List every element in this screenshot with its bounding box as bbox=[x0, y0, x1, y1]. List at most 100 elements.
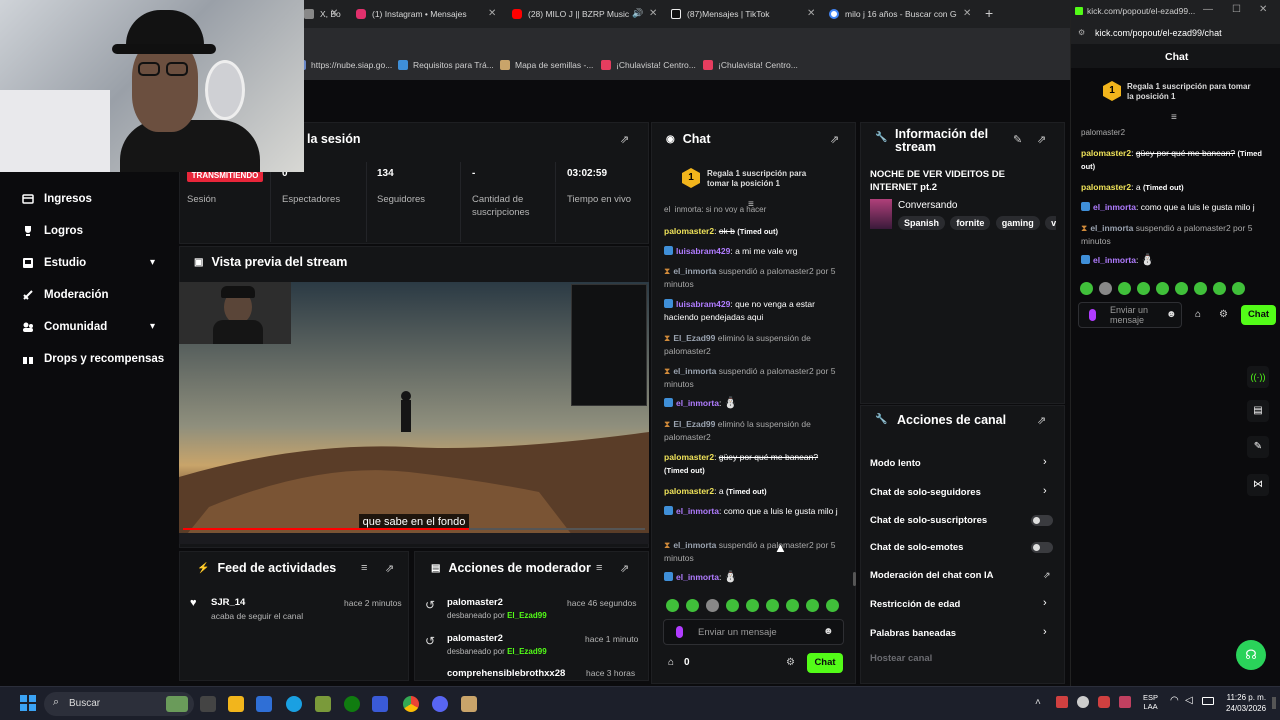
tag-chip[interactable]: gaming bbox=[995, 216, 1040, 230]
close-window-icon[interactable]: ✕ bbox=[1259, 4, 1267, 15]
tag-chip[interactable]: fornite bbox=[950, 216, 991, 230]
stream-category[interactable]: Conversando bbox=[898, 200, 957, 211]
tab-tiktok[interactable]: (87)Mensajes | TikTok bbox=[671, 4, 811, 24]
close-tab-icon[interactable]: ✕ bbox=[807, 8, 815, 19]
app-icon[interactable] bbox=[461, 696, 477, 712]
feed-user[interactable]: SJR_14 bbox=[211, 597, 245, 608]
chat-username[interactable]: el_inmorta bbox=[676, 398, 719, 408]
pinned-collapse-icon[interactable]: ≡ bbox=[1171, 112, 1177, 123]
mic-tray-icon[interactable] bbox=[1098, 696, 1110, 708]
chevron-right-icon[interactable]: › bbox=[1043, 597, 1047, 609]
chat-username[interactable]: palomaster2 bbox=[664, 452, 714, 462]
emote-icon[interactable] bbox=[1099, 282, 1112, 295]
chat-username[interactable]: el_inmorta bbox=[1090, 223, 1133, 233]
chevron-right-icon[interactable]: › bbox=[1043, 456, 1047, 468]
emote-icon[interactable] bbox=[1137, 282, 1150, 295]
wrench-tool-icon[interactable]: ✎ bbox=[1247, 436, 1269, 458]
minimize-icon[interactable]: — bbox=[1203, 4, 1213, 15]
emote-icon[interactable] bbox=[686, 599, 699, 613]
tray-app-icon[interactable] bbox=[1056, 696, 1068, 708]
store-icon[interactable]: ⌂ bbox=[668, 657, 674, 668]
chat-username[interactable]: palomaster2 bbox=[664, 226, 714, 236]
action-slow-mode[interactable]: Modo lento bbox=[870, 458, 921, 469]
gift-promo-text[interactable]: Regala 1 suscripción para tomar la posic… bbox=[707, 169, 817, 189]
emote-icon[interactable] bbox=[706, 599, 719, 613]
sidebar-item-ingresos[interactable]: Ingresos bbox=[22, 193, 92, 205]
mod-action-by[interactable]: El_Ezad99 bbox=[507, 611, 547, 620]
edge-icon[interactable] bbox=[286, 696, 302, 712]
emote-icon[interactable] bbox=[1194, 282, 1207, 295]
chevron-up-icon[interactable]: ˄ bbox=[1035, 697, 1041, 708]
taskbar-search[interactable]: ⌕ Buscar bbox=[44, 692, 194, 716]
mod-action-user[interactable]: comprehensiblebrothxx28 bbox=[447, 668, 565, 679]
mod-action-user[interactable]: palomaster2 bbox=[447, 597, 503, 608]
bookmark-item[interactable]: ¡Chulavista! Centro... bbox=[703, 60, 798, 70]
action-banned-words[interactable]: Palabras baneadas bbox=[870, 628, 956, 639]
action-age-restriction[interactable]: Restricción de edad bbox=[870, 599, 960, 610]
app-icon[interactable] bbox=[372, 696, 388, 712]
sidebar-item-logros[interactable]: Logros bbox=[22, 225, 83, 237]
windows-start-icon[interactable] bbox=[20, 695, 36, 711]
sidebar-item-moderacion[interactable]: Moderación bbox=[22, 289, 109, 301]
tray-app-icon[interactable] bbox=[1119, 696, 1131, 708]
chat-username[interactable]: el_inmorta bbox=[1093, 202, 1136, 212]
bookmark-item[interactable]: Mapa de semillas -... bbox=[500, 60, 593, 70]
chat-input[interactable]: Enviar un mensaje ☻ bbox=[663, 619, 844, 645]
broadcast-icon[interactable]: ((·)) bbox=[1247, 366, 1269, 388]
share-icon[interactable]: ⋈ bbox=[1247, 474, 1269, 496]
external-link-icon[interactable]: ⇗ bbox=[1043, 570, 1051, 581]
chevron-down-icon[interactable]: ▾ bbox=[150, 257, 155, 268]
edit-icon[interactable]: ✎ bbox=[1013, 133, 1022, 146]
microphone-icon[interactable] bbox=[676, 626, 683, 638]
layers-icon[interactable]: ▤ bbox=[1247, 400, 1269, 422]
chevron-down-icon[interactable]: ▾ bbox=[150, 321, 155, 332]
send-chat-button[interactable]: Chat bbox=[807, 653, 843, 673]
volume-icon[interactable]: ◁ bbox=[1185, 695, 1193, 706]
emote-icon[interactable] bbox=[1118, 282, 1131, 295]
mod-action-by[interactable]: El_Ezad99 bbox=[507, 647, 547, 656]
emote-icon[interactable] bbox=[1080, 282, 1093, 295]
gift-promo-text[interactable]: Regala 1 suscripción para tomar la posic… bbox=[1127, 82, 1257, 102]
maximize-icon[interactable]: ☐ bbox=[1232, 4, 1241, 15]
popout-icon[interactable]: ⇗ bbox=[1037, 133, 1046, 146]
xbox-icon[interactable] bbox=[344, 696, 360, 712]
chrome-icon[interactable] bbox=[403, 696, 419, 712]
chat-scrollbar[interactable] bbox=[853, 572, 856, 586]
emote-icon[interactable] bbox=[666, 599, 679, 613]
support-headset-icon[interactable]: ☊ bbox=[1236, 640, 1266, 670]
close-tab-icon[interactable]: ✕ bbox=[488, 8, 496, 19]
chat-username[interactable]: palomaster2 bbox=[1081, 148, 1131, 158]
emote-icon[interactable] bbox=[1232, 282, 1245, 295]
popout-icon[interactable]: ⇗ bbox=[620, 562, 629, 575]
emote-icon[interactable] bbox=[746, 599, 759, 613]
tab-instagram[interactable]: (1) Instagram • Mensajes bbox=[356, 4, 496, 24]
gear-icon[interactable]: ⚙ bbox=[786, 657, 795, 668]
emote-icon[interactable] bbox=[826, 599, 839, 613]
speaker-icon[interactable]: 🔊 bbox=[632, 8, 643, 19]
emote-icon[interactable] bbox=[1175, 282, 1188, 295]
tab-youtube[interactable]: (28) MILO J || BZRP Music S bbox=[512, 4, 632, 24]
filter-icon[interactable]: ≡ bbox=[596, 562, 602, 574]
emoji-icon[interactable]: ☻ bbox=[823, 626, 834, 637]
chat-username[interactable]: palomaster2 bbox=[1081, 182, 1131, 192]
chat-username[interactable]: luisabram429 bbox=[676, 299, 730, 309]
bookmark-item[interactable]: ¡Chulavista! Centro... bbox=[601, 60, 696, 70]
bookmark-item[interactable]: https://nube.siap.go... bbox=[296, 60, 392, 70]
close-tab-icon[interactable]: ✕ bbox=[963, 8, 971, 19]
chat-username[interactable]: el_inmorta bbox=[676, 506, 719, 516]
gear-icon[interactable]: ⚙ bbox=[1219, 309, 1228, 320]
store-app-icon[interactable] bbox=[256, 696, 272, 712]
new-tab-button[interactable]: + bbox=[985, 5, 993, 21]
emote-icon[interactable] bbox=[786, 599, 799, 613]
microphone-icon[interactable] bbox=[1089, 309, 1096, 321]
store-icon[interactable]: ⌂ bbox=[1195, 309, 1201, 320]
chat-username[interactable]: palomaster2 bbox=[664, 486, 714, 496]
notification-icon[interactable] bbox=[1272, 697, 1276, 709]
action-followers-only[interactable]: Chat de solo-seguidores bbox=[870, 487, 981, 498]
popout-icon[interactable]: ⇗ bbox=[830, 133, 839, 146]
video-progress[interactable] bbox=[183, 528, 645, 530]
popout-send-button[interactable]: Chat bbox=[1241, 305, 1276, 325]
cloud-icon[interactable] bbox=[1077, 696, 1089, 708]
tag-chip[interactable]: Spanish bbox=[898, 216, 946, 230]
emoji-icon[interactable]: ☻ bbox=[1166, 309, 1177, 320]
